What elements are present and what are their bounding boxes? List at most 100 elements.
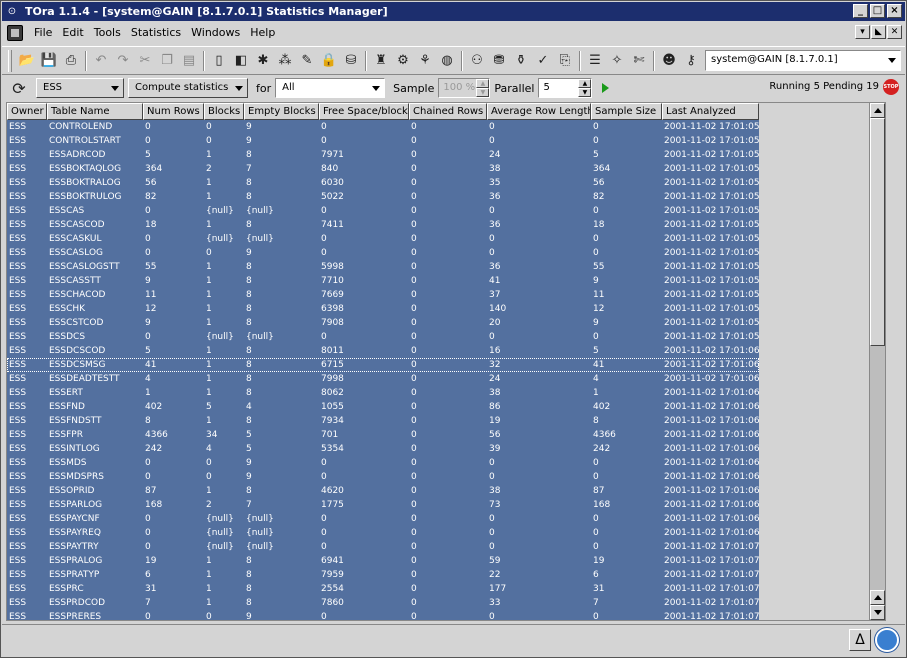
table-cell[interactable]: 7908 xyxy=(319,316,409,330)
table-cell[interactable]: 0 xyxy=(487,456,591,470)
table-cell[interactable]: 4366 xyxy=(143,428,204,442)
table-cell[interactable]: ESS xyxy=(7,162,47,176)
table-cell[interactable]: 1 xyxy=(204,260,244,274)
table-cell[interactable]: 18 xyxy=(143,218,204,232)
table-cell[interactable]: 36 xyxy=(487,218,591,232)
close-button[interactable]: × xyxy=(887,4,902,18)
table-cell[interactable]: 0 xyxy=(204,120,244,134)
table-cell[interactable]: 4 xyxy=(204,442,244,456)
table-row[interactable]: ESS ESSFPR 4366 34 5 701 0 56 4366 2001-11-02 17:… xyxy=(7,428,759,442)
table-row[interactable]: ESS ESSPRALOG 19 1 8 6941 0 59 19 2001-11-02 17:0… xyxy=(7,554,759,568)
table-cell[interactable]: 82 xyxy=(143,190,204,204)
table-cell[interactable]: 0 xyxy=(591,540,662,554)
table-cell[interactable]: ESSPRATYP xyxy=(47,568,143,582)
table-cell[interactable]: 0 xyxy=(409,358,487,372)
table-cell[interactable]: 1 xyxy=(204,414,244,428)
table-cell[interactable]: 2001-11-02 17:01:07 xyxy=(662,596,759,610)
table-cell[interactable]: 1 xyxy=(204,386,244,400)
sessions-icon[interactable]: ⚇ xyxy=(466,50,488,72)
table-cell[interactable]: 8 xyxy=(244,190,319,204)
table-row[interactable]: ESS ESSBOKTAQLOG 364 2 7 840 0 38 364 2001-11-02 … xyxy=(7,162,759,176)
scroll-up-button[interactable] xyxy=(870,103,885,118)
table-cell[interactable]: 1 xyxy=(204,582,244,596)
gear-icon[interactable]: ⚙ xyxy=(392,50,414,72)
menu-statistics[interactable]: Statistics xyxy=(126,26,186,39)
table-cell[interactable]: 5354 xyxy=(319,442,409,456)
table-cell[interactable]: 2001-11-02 17:01:05 xyxy=(662,232,759,246)
table-cell[interactable]: 0 xyxy=(409,232,487,246)
table-cell[interactable]: ESSCSTCOD xyxy=(47,316,143,330)
table-cell[interactable]: 2001-11-02 17:01:06 xyxy=(662,358,759,372)
table-cell[interactable]: 38 xyxy=(487,162,591,176)
table-cell[interactable]: ESS xyxy=(7,442,47,456)
table-cell[interactable]: 7 xyxy=(244,162,319,176)
template-icon[interactable]: ☰ xyxy=(584,50,606,72)
action-select[interactable]: Compute statistics xyxy=(128,78,248,98)
table-cell[interactable]: 140 xyxy=(487,302,591,316)
table-row[interactable]: ESS ESSPRC 31 1 8 2554 0 177 31 2001-11-02 17:01:… xyxy=(7,582,759,596)
refresh-icon[interactable]: ⟳ xyxy=(8,77,30,99)
table-cell[interactable]: 2001-11-02 17:01:05 xyxy=(662,288,759,302)
table-cell[interactable]: 0 xyxy=(143,512,204,526)
table-cell[interactable]: ESSCAS xyxy=(47,204,143,218)
table-cell[interactable]: 2001-11-02 17:01:07 xyxy=(662,568,759,582)
table-cell[interactable]: 0 xyxy=(143,470,204,484)
table-cell[interactable]: 168 xyxy=(143,498,204,512)
table-cell[interactable]: ESS xyxy=(7,400,47,414)
table-cell[interactable]: 0 xyxy=(143,540,204,554)
app-icon[interactable] xyxy=(7,24,23,41)
table-row[interactable]: ESS ESSPAYREQ 0 {null} {null} 0 0 0 0 2001-11-02 … xyxy=(7,526,759,540)
table-cell[interactable]: 0 xyxy=(409,190,487,204)
table-cell[interactable]: 0 xyxy=(143,204,204,218)
table-cell[interactable]: 0 xyxy=(487,526,591,540)
print-icon[interactable]: ⎙ xyxy=(60,50,82,72)
table-cell[interactable]: 0 xyxy=(487,232,591,246)
table-cell[interactable]: 1 xyxy=(204,148,244,162)
table-cell[interactable]: CONTROLEND xyxy=(47,120,143,134)
table-cell[interactable]: ESSDEADTESTT xyxy=(47,372,143,386)
table-row[interactable]: ESS ESSCSTCOD 9 1 8 7908 0 20 9 2001-11-02 17:01:… xyxy=(7,316,759,330)
table-cell[interactable]: ESS xyxy=(7,246,47,260)
table-cell[interactable]: ESS xyxy=(7,470,47,484)
table-cell[interactable]: 0 xyxy=(409,134,487,148)
table-cell[interactable]: 1 xyxy=(591,386,662,400)
table-cell[interactable]: 20 xyxy=(487,316,591,330)
table-cell[interactable]: 9 xyxy=(591,274,662,288)
table-cell[interactable]: 0 xyxy=(409,162,487,176)
table-cell[interactable]: 2001-11-02 17:01:07 xyxy=(662,610,759,620)
table-cell[interactable]: 0 xyxy=(409,414,487,428)
table-cell[interactable]: 7934 xyxy=(319,414,409,428)
table-row[interactable]: ESS ESSCASLOGSTT 55 1 8 5998 0 36 55 2001-11-02 1… xyxy=(7,260,759,274)
spin-up-icon[interactable]: ▲ xyxy=(476,79,490,88)
table-cell[interactable]: 0 xyxy=(409,218,487,232)
table-cell[interactable]: 2001-11-02 17:01:05 xyxy=(662,190,759,204)
mdi-restore-button[interactable]: ◣ xyxy=(871,25,886,39)
table-cell[interactable]: 24 xyxy=(487,148,591,162)
menu-tools[interactable]: Tools xyxy=(89,26,126,39)
table-cell[interactable]: 0 xyxy=(591,204,662,218)
table-cell[interactable]: 1 xyxy=(204,274,244,288)
table-cell[interactable]: ESSOPRID xyxy=(47,484,143,498)
table-cell[interactable]: {null} xyxy=(204,540,244,554)
table-cell[interactable]: ESSDCSMSG xyxy=(47,358,143,372)
table-cell[interactable]: 4 xyxy=(591,372,662,386)
table-cell[interactable]: 402 xyxy=(591,400,662,414)
table-cell[interactable]: 0 xyxy=(409,330,487,344)
table-cell[interactable]: 0 xyxy=(409,148,487,162)
table-cell[interactable]: 6941 xyxy=(319,554,409,568)
table-row[interactable]: ESS CONTROLEND 0 0 9 0 0 0 0 2001-11-02 17:01:05 xyxy=(7,120,759,134)
table-cell[interactable]: 9 xyxy=(244,470,319,484)
table-cell[interactable]: ESS xyxy=(7,526,47,540)
table-cell[interactable]: 2001-11-02 17:01:06 xyxy=(662,456,759,470)
table-cell[interactable]: 0 xyxy=(409,512,487,526)
table-cell[interactable]: 9 xyxy=(244,610,319,620)
analyze-icon[interactable]: ⚘ xyxy=(414,50,436,72)
table-cell[interactable]: 0 xyxy=(409,596,487,610)
db-icon[interactable]: ⛁ xyxy=(340,50,362,72)
table-cell[interactable]: 0 xyxy=(143,610,204,620)
table-cell[interactable]: 0 xyxy=(487,540,591,554)
table-cell[interactable]: 86 xyxy=(487,400,591,414)
table-cell[interactable]: 1 xyxy=(204,358,244,372)
table-cell[interactable]: ESS xyxy=(7,134,47,148)
table-cell[interactable]: ESSPRALOG xyxy=(47,554,143,568)
